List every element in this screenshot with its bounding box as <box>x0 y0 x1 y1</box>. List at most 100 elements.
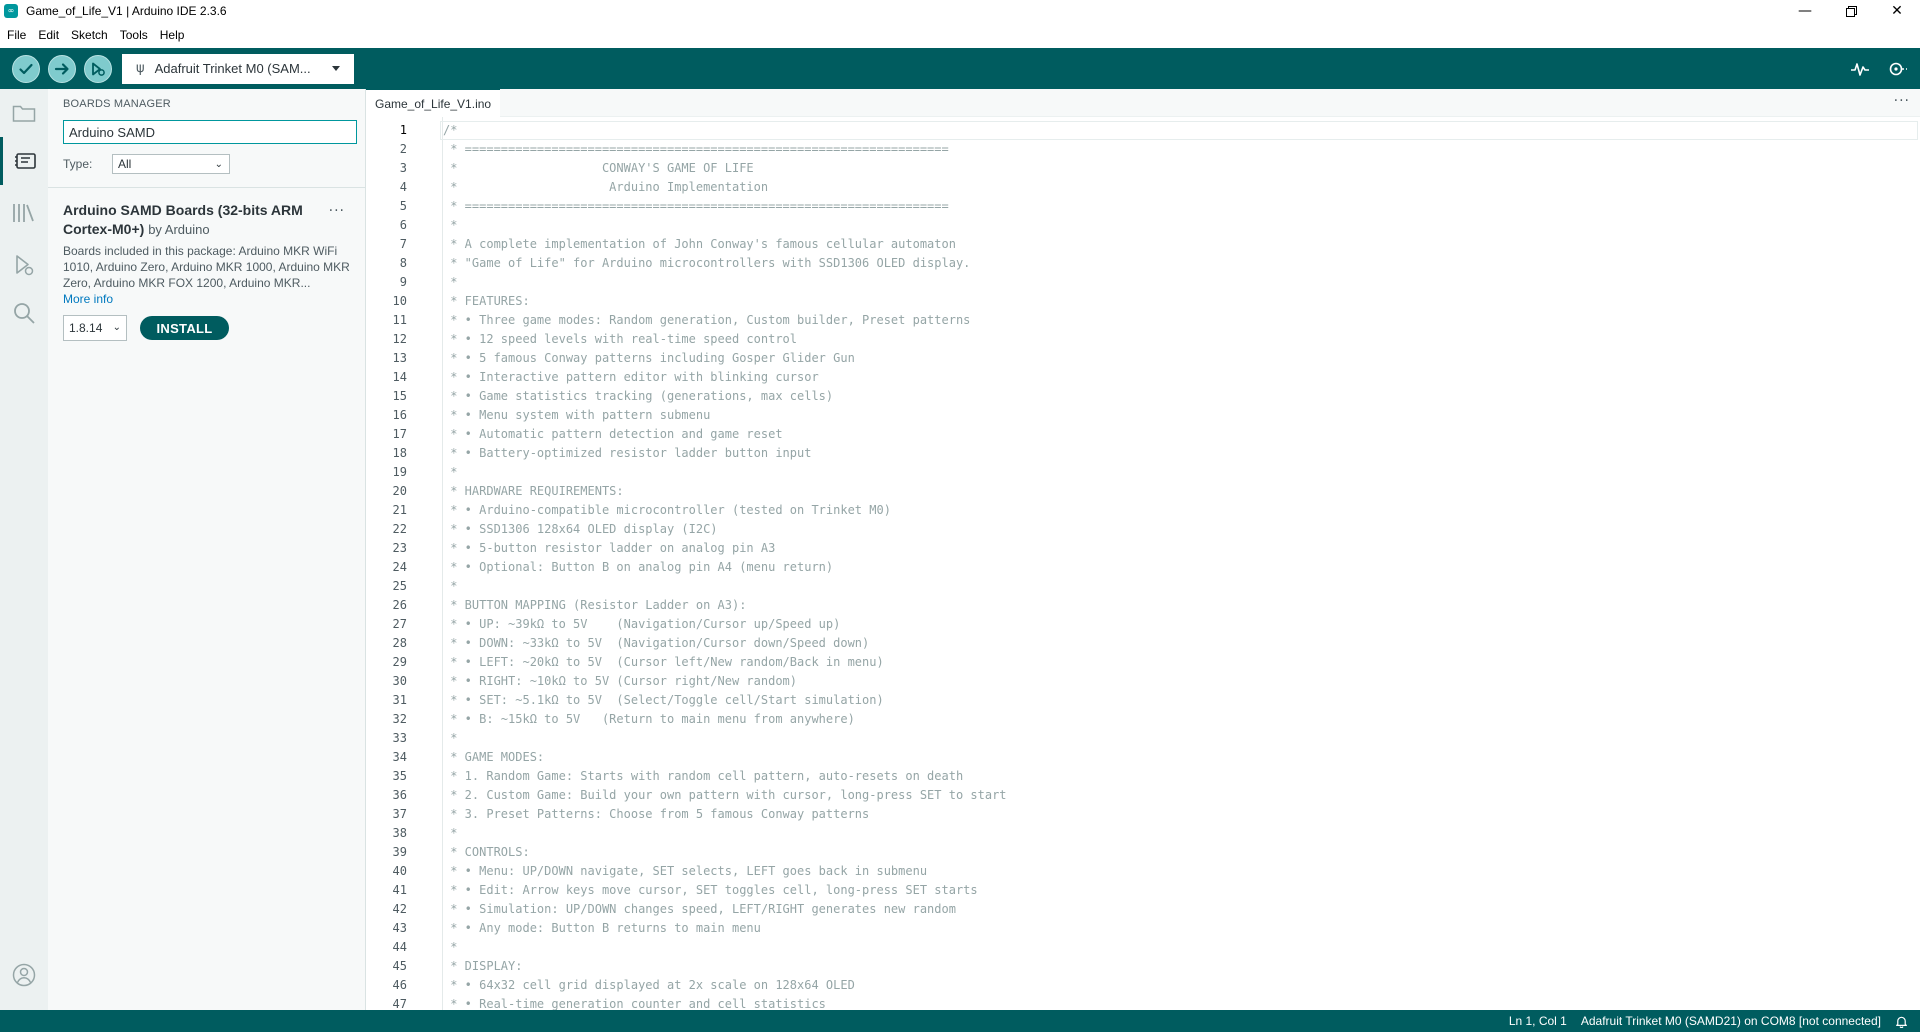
menu-help[interactable]: Help <box>159 26 186 44</box>
line-number: 3 <box>399 161 407 175</box>
line-number: 23 <box>392 541 407 555</box>
line-number: 16 <box>392 408 407 422</box>
code-line: /* <box>443 123 458 137</box>
line-number: 20 <box>392 484 407 498</box>
line-number: 24 <box>392 560 407 574</box>
line-number: 11 <box>392 313 407 327</box>
install-button[interactable]: INSTALL <box>140 316 229 340</box>
code-line: * • Edit: Arrow keys move cursor, SET to… <box>443 883 978 897</box>
code-line: * • 5 famous Conway patterns including G… <box>443 351 855 365</box>
line-number: 47 <box>392 997 407 1010</box>
more-info-link[interactable]: More info <box>63 291 359 307</box>
code-line: * ======================================… <box>443 199 949 213</box>
library-manager-button[interactable] <box>0 189 48 237</box>
serial-plotter-icon[interactable] <box>1850 59 1870 79</box>
menu-file[interactable]: File <box>6 26 27 44</box>
line-number: 6 <box>399 218 407 232</box>
more-options-icon[interactable]: ··· <box>329 203 345 219</box>
chevron-down-icon: ⌄ <box>214 159 223 170</box>
debug-panel-button[interactable] <box>0 241 48 289</box>
line-number: 37 <box>392 807 407 821</box>
search-icon <box>14 303 35 324</box>
line-number: 19 <box>392 465 407 479</box>
cursor-position[interactable]: Ln 1, Col 1 <box>1509 1014 1567 1028</box>
code-line: * • Any mode: Button B returns to main m… <box>443 921 761 935</box>
tab-sketch-file[interactable]: Game_of_Life_V1.ino <box>366 89 501 117</box>
code-line: * <box>443 731 458 745</box>
title-bar: ∞ Game_of_Life_V1 | Arduino IDE 2.3.6 — … <box>0 0 1920 22</box>
code-line: * 3. Preset Patterns: Choose from 5 famo… <box>443 807 870 821</box>
boards-manager-button[interactable] <box>0 137 48 185</box>
line-number: 10 <box>392 294 407 308</box>
verify-button[interactable] <box>12 54 40 83</box>
line-number: 31 <box>392 693 407 707</box>
folder-icon <box>12 105 36 122</box>
type-filter-label: Type: <box>63 157 93 171</box>
line-number: 36 <box>392 788 407 802</box>
usb-icon: ψ <box>136 61 145 76</box>
serial-monitor-icon[interactable] <box>1888 59 1908 79</box>
board-port-status[interactable]: Adafruit Trinket M0 (SAMD21) on COM8 [no… <box>1581 1014 1881 1028</box>
restore-icon[interactable] <box>1828 0 1874 22</box>
board-selector[interactable]: ψ Adafruit Trinket M0 (SAM... <box>122 53 354 84</box>
line-number: 40 <box>392 864 407 878</box>
code-line: * • LEFT: ~20kΩ to 5V (Cursor left/New r… <box>443 655 884 669</box>
line-number: 12 <box>392 332 407 346</box>
minimize-icon[interactable]: — <box>1782 0 1828 22</box>
line-number: 41 <box>392 883 407 897</box>
code-line: * • 12 speed levels with real-time speed… <box>443 332 798 346</box>
account-button[interactable] <box>0 951 48 999</box>
code-line: * • SET: ~5.1kΩ to 5V (Select/Toggle cel… <box>443 693 884 707</box>
line-number: 45 <box>392 959 407 973</box>
code-line: * • Menu: UP/DOWN navigate, SET selects,… <box>443 864 928 878</box>
code-line: * • SSD1306 128x64 OLED display (I2C) <box>443 522 718 536</box>
debug-button[interactable] <box>84 54 112 83</box>
menu-sketch[interactable]: Sketch <box>70 26 109 44</box>
code-line: * <box>443 218 458 232</box>
line-number: 25 <box>392 579 407 593</box>
version-select[interactable]: 1.8.14 ⌄ <box>63 315 127 341</box>
code-line: * • Simulation: UP/DOWN changes speed, L… <box>443 902 956 916</box>
arduino-logo-icon: ∞ <box>4 4 18 18</box>
close-icon[interactable]: ✕ <box>1874 0 1920 22</box>
code-lines: /* * ===================================… <box>443 121 1007 1010</box>
menu-tools[interactable]: Tools <box>119 26 149 44</box>
status-bar: Ln 1, Col 1 Adafruit Trinket M0 (SAMD21)… <box>0 1010 1920 1032</box>
account-icon <box>12 963 36 987</box>
code-line: * • Arduino-compatible microcontroller (… <box>443 503 891 517</box>
code-line: * Arduino Implementation <box>443 180 769 194</box>
line-number: 5 <box>399 199 407 213</box>
board-search-input[interactable] <box>63 120 357 144</box>
line-number: 42 <box>392 902 407 916</box>
code-line: * <box>443 465 458 479</box>
debug-icon <box>16 255 34 276</box>
line-number: 8 <box>399 256 407 270</box>
search-button[interactable] <box>0 289 48 337</box>
line-number: 39 <box>392 845 407 859</box>
code-line: * • Menu system with pattern submenu <box>443 408 711 422</box>
more-options-icon[interactable]: ··· <box>1894 93 1910 109</box>
code-line: * • Optional: Button B on analog pin A4 … <box>443 560 834 574</box>
type-filter-select[interactable]: All ⌄ <box>112 154 230 174</box>
boards-manager-icon <box>14 153 36 169</box>
menu-edit[interactable]: Edit <box>37 26 60 44</box>
upload-button[interactable] <box>48 54 76 83</box>
code-editor[interactable]: 1 2 3 4 5 6 7 8 9 10 11 12 13 14 15 16 17 18 19 20 21 22 23 24 2… <box>366 117 1920 1010</box>
chevron-down-icon: ⌄ <box>112 322 121 333</box>
code-line: * A complete implementation of John Conw… <box>443 237 956 251</box>
line-number: 2 <box>399 142 407 156</box>
board-name: Adafruit Trinket M0 (SAM... <box>154 61 311 76</box>
code-line: * <box>443 940 458 954</box>
window-controls: — ✕ <box>1782 0 1920 22</box>
panel-title: BOARDS MANAGER <box>63 98 171 110</box>
line-number-gutter: 1 2 3 4 5 6 7 8 9 10 11 12 13 14 15 16 17 18 19 20 21 22 23 24 2… <box>366 121 416 1010</box>
line-number: 27 <box>392 617 407 631</box>
package-actions: 1.8.14 ⌄ INSTALL <box>63 315 359 341</box>
code-line: * 2. Custom Game: Build your own pattern… <box>443 788 1007 802</box>
code-line: * CONWAY'S GAME OF LIFE <box>443 161 754 175</box>
divider <box>48 187 366 188</box>
sketchbook-button[interactable] <box>0 89 48 137</box>
line-number: 18 <box>392 446 407 460</box>
bell-icon[interactable] <box>1895 1015 1908 1028</box>
code-line: * • Game statistics tracking (generation… <box>443 389 834 403</box>
